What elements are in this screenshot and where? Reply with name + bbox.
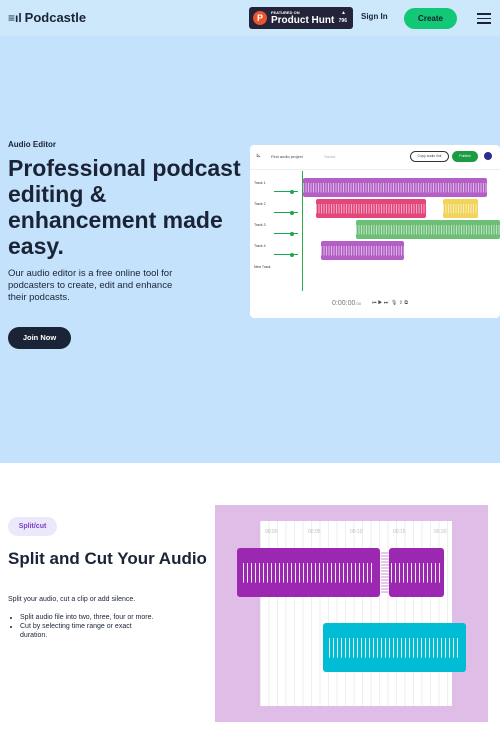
split-illustration: 00:00 00:05 00:10 00:15 00:20 bbox=[215, 505, 488, 722]
timeline-tick: 00:10 bbox=[350, 529, 363, 535]
create-button[interactable]: Create bbox=[404, 8, 457, 29]
cut-marker bbox=[381, 552, 389, 593]
project-name: First audio project bbox=[271, 154, 303, 159]
editor-preview: ⊾ First audio project Saved Copy audio l… bbox=[250, 145, 500, 318]
publish-button: Publish bbox=[452, 151, 478, 162]
track2-clip bbox=[316, 199, 426, 218]
timeline-tick: 00:15 bbox=[393, 529, 406, 535]
audio-clip-cyan bbox=[323, 623, 466, 672]
split-cut-tag: Split/cut bbox=[8, 517, 57, 536]
hamburger-menu-icon[interactable] bbox=[477, 13, 491, 27]
bullet-item: Cut by selecting time range or exact dur… bbox=[20, 622, 160, 640]
track-label: Track 2 bbox=[254, 202, 266, 206]
playback-time: 0:00:00.00 bbox=[332, 300, 361, 307]
saved-status: Saved bbox=[324, 154, 336, 159]
podcastle-logo-icon: ≡ıl bbox=[8, 10, 22, 25]
avatar bbox=[484, 152, 492, 160]
track2-clip-b bbox=[443, 199, 478, 218]
join-now-button[interactable]: Join Now bbox=[8, 327, 71, 349]
hero-title: Professional podcast editing & enhanceme… bbox=[8, 155, 241, 259]
playback-controls-icon: ⏮ ▶ ⏭ 🎙 ⇪ ⧉ bbox=[372, 300, 408, 306]
sign-in-link[interactable]: Sign In bbox=[361, 12, 388, 21]
top-nav: ≡ıl Podcastle P FEATURED ON Product Hunt … bbox=[0, 0, 500, 36]
timeline-tick: 00:20 bbox=[434, 529, 447, 535]
logo[interactable]: ≡ıl Podcastle bbox=[8, 10, 86, 25]
product-hunt-icon: P bbox=[253, 11, 267, 25]
ph-votes: 796 bbox=[338, 18, 347, 24]
track-label: Track 3 bbox=[254, 223, 266, 227]
copy-audio-link-button: Copy audio link bbox=[410, 151, 449, 162]
audio-clip-part-2 bbox=[389, 548, 444, 597]
product-hunt-badge[interactable]: P FEATURED ON Product Hunt ▲ 796 bbox=[249, 7, 353, 29]
track-label: Track 4 bbox=[254, 244, 266, 248]
hero-kicker: Audio Editor bbox=[8, 140, 56, 149]
feature-bullets: Split audio file into two, three, four o… bbox=[20, 613, 160, 640]
track1-clip bbox=[303, 178, 487, 197]
editor-logo-icon: ⊾ bbox=[256, 153, 262, 159]
timeline-tick: 00:05 bbox=[308, 529, 321, 535]
bullet-item: Split audio file into two, three, four o… bbox=[20, 613, 160, 622]
feature-title: Split and Cut Your Audio bbox=[8, 549, 207, 568]
feature-description: Split your audio, cut a clip or add sile… bbox=[8, 596, 136, 603]
hero-subtitle: Our audio editor is a free online tool f… bbox=[8, 268, 173, 303]
track4-clip bbox=[321, 241, 404, 260]
ph-name: Product Hunt bbox=[271, 15, 335, 26]
track-label: Track 1 bbox=[254, 181, 266, 185]
new-track-button: New Track bbox=[254, 265, 271, 269]
audio-clip-part-1 bbox=[237, 548, 380, 597]
track3-clip bbox=[356, 220, 500, 239]
timeline-tick: 00:00 bbox=[265, 529, 278, 535]
upvote-icon: ▲ bbox=[341, 10, 346, 16]
